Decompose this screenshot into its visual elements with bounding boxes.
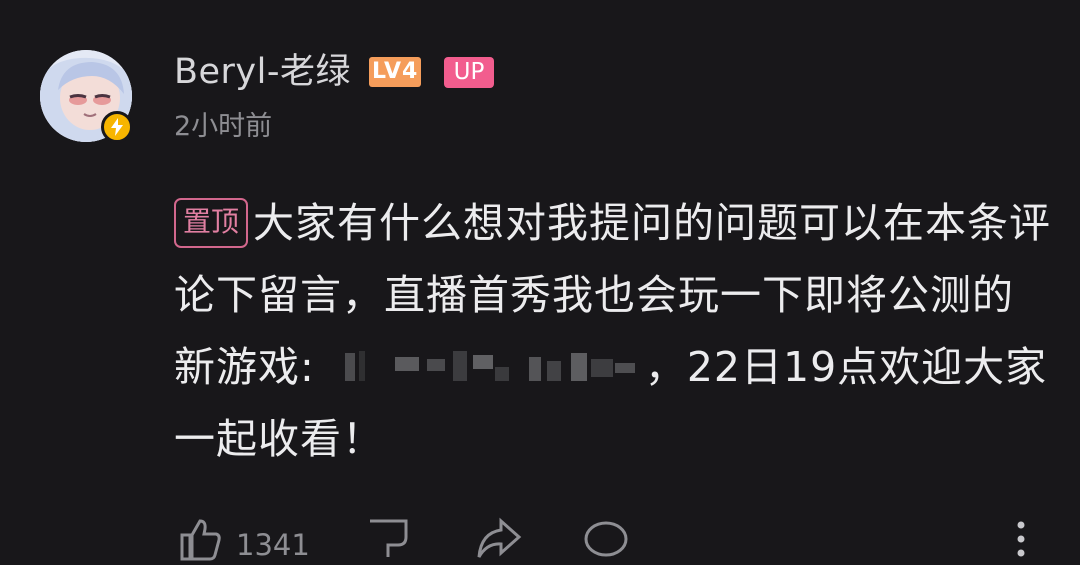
dislike-icon[interactable] xyxy=(366,517,410,565)
timestamp: 2小时前 xyxy=(174,111,273,142)
verified-lightning-icon xyxy=(101,111,133,143)
pinned-tag: 置顶 xyxy=(174,198,249,248)
reply-icon[interactable] xyxy=(582,517,630,565)
comment-actions: 1341 xyxy=(0,505,1080,562)
comment-text: 置顶 大家有什么想对我提问的问题可以在本条评论下留言，直播首秀我也会玩一下即将公测… xyxy=(174,187,1054,475)
username[interactable]: Beryl-老绿 xyxy=(174,50,351,94)
up-badge: UP xyxy=(444,57,494,88)
censored-game-name xyxy=(315,337,645,381)
level-badge: LV4 xyxy=(369,57,422,87)
share-icon[interactable] xyxy=(475,517,523,565)
thumbs-up-icon[interactable] xyxy=(178,517,222,565)
more-icon[interactable] xyxy=(1016,517,1026,565)
like-count: 1341 xyxy=(236,528,310,562)
